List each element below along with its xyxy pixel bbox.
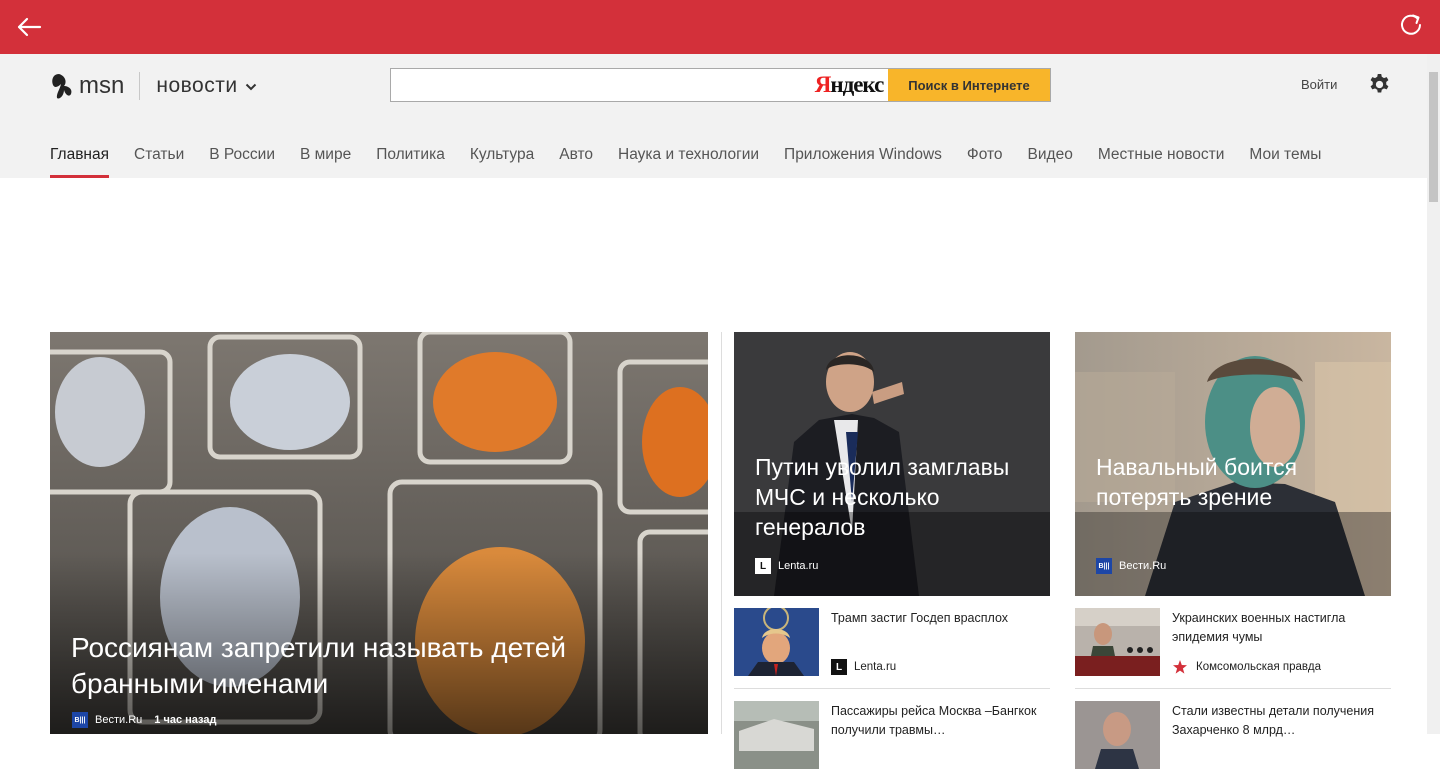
lenta-logo-icon: L xyxy=(831,659,847,675)
nav-item-windows-apps[interactable]: Приложения Windows xyxy=(784,146,942,178)
yandex-logo: Яндекс xyxy=(810,69,888,101)
search-input[interactable] xyxy=(391,69,810,101)
featured-source: L Lenta.ru xyxy=(755,558,818,574)
scrollbar[interactable] xyxy=(1427,54,1440,734)
featured-source-name: Вести.Ru xyxy=(1119,560,1167,572)
featured-title[interactable]: Навальный боится потерять зрение xyxy=(1096,452,1386,512)
hero-time: 1 час назад xyxy=(154,714,217,726)
list-item[interactable]: Трамп застиг Госдеп врасплох L Lenta.ru xyxy=(734,608,1050,689)
nav-item-photo[interactable]: Фото xyxy=(967,146,1003,178)
sign-in-link[interactable]: Войти xyxy=(1301,77,1337,92)
list-item-source: L Lenta.ru xyxy=(831,659,896,675)
hero-card[interactable]: Россиянам запретили называть детей бранн… xyxy=(50,332,708,734)
nav-item-local-news[interactable]: Местные новости xyxy=(1098,146,1225,178)
butterfly-icon xyxy=(52,74,72,99)
vesti-logo-icon: B||| xyxy=(72,712,88,728)
kp-star-icon xyxy=(1173,660,1187,674)
nav-item-culture[interactable]: Культура xyxy=(470,146,534,178)
web-search-button[interactable]: Поиск в Интернете xyxy=(888,69,1050,101)
hero-source: B||| Вести.Ru 1 час назад xyxy=(72,712,216,728)
list-item[interactable]: Стали известны детали получения Захарчен… xyxy=(1075,701,1391,781)
scrollbar-thumb[interactable] xyxy=(1429,72,1438,202)
list-item-source-name: Комсомольская правда xyxy=(1196,661,1321,673)
nav-item-auto[interactable]: Авто xyxy=(559,146,593,178)
list-item-title[interactable]: Пассажиры рейса Москва –Бангкок получили… xyxy=(831,702,1049,740)
list-item-thumbnail xyxy=(1075,608,1160,676)
column-divider xyxy=(721,332,722,734)
yandex-logo-rest: ндекс xyxy=(830,72,884,97)
search-box: Яндекс Поиск в Интернете xyxy=(390,68,1051,102)
lenta-logo-icon: L xyxy=(755,558,771,574)
list-item-thumbnail xyxy=(734,701,819,769)
msn-logo[interactable]: msn новости xyxy=(50,72,257,100)
list-item[interactable]: Украинских военных настигла эпидемия чум… xyxy=(1075,608,1391,689)
logo-separator xyxy=(139,72,141,100)
nav-item-articles[interactable]: Статьи xyxy=(134,146,184,178)
list-item-source: Комсомольская правда xyxy=(1172,659,1321,675)
featured-source: B||| Вести.Ru xyxy=(1096,558,1166,574)
featured-source-name: Lenta.ru xyxy=(778,560,819,572)
list-item-source-name: Lenta.ru xyxy=(854,661,897,673)
featured-title[interactable]: Путин уволил замглавы МЧС и несколько ге… xyxy=(755,452,1045,542)
header: msn новости Яндекс Поиск в Интернете Вой… xyxy=(0,54,1427,178)
list-divider xyxy=(1075,688,1391,689)
nav-item-home[interactable]: Главная xyxy=(50,146,109,178)
logo-text: msn xyxy=(79,72,125,99)
arrow-left-icon[interactable] xyxy=(14,12,44,42)
featured-card[interactable]: Путин уволил замглавы МЧС и несколько ге… xyxy=(734,332,1050,596)
nav-item-politics[interactable]: Политика xyxy=(376,146,445,178)
list-item-title[interactable]: Трамп застиг Госдеп врасплох xyxy=(831,609,1049,628)
nav-item-world[interactable]: В мире xyxy=(300,146,351,178)
refresh-icon[interactable] xyxy=(1398,12,1424,38)
category-nav: Главная Статьи В России В мире Политика … xyxy=(50,146,1346,178)
featured-card[interactable]: Навальный боится потерять зрение B||| Ве… xyxy=(1075,332,1391,596)
gear-icon[interactable] xyxy=(1368,73,1391,96)
list-divider xyxy=(734,688,1050,689)
nav-item-video[interactable]: Видео xyxy=(1028,146,1073,178)
list-item[interactable]: Пассажиры рейса Москва –Бангкок получили… xyxy=(734,701,1050,781)
list-item-thumbnail xyxy=(1075,701,1160,769)
hero-title[interactable]: Россиянам запретили называть детей бранн… xyxy=(71,630,631,702)
nav-item-science-tech[interactable]: Наука и технологии xyxy=(618,146,759,178)
nav-item-my-topics[interactable]: Мои темы xyxy=(1249,146,1321,178)
vesti-logo-icon: B||| xyxy=(1096,558,1112,574)
section-title[interactable]: новости xyxy=(156,74,237,98)
yandex-logo-first-letter: Я xyxy=(814,72,832,97)
nav-item-russia[interactable]: В России xyxy=(209,146,275,178)
list-item-title[interactable]: Украинских военных настигла эпидемия чум… xyxy=(1172,609,1390,647)
list-item-title[interactable]: Стали известны детали получения Захарчен… xyxy=(1172,702,1390,740)
list-item-thumbnail xyxy=(734,608,819,676)
chevron-down-icon[interactable] xyxy=(245,83,257,91)
app-bar xyxy=(0,0,1440,54)
hero-source-name: Вести.Ru xyxy=(95,714,143,726)
